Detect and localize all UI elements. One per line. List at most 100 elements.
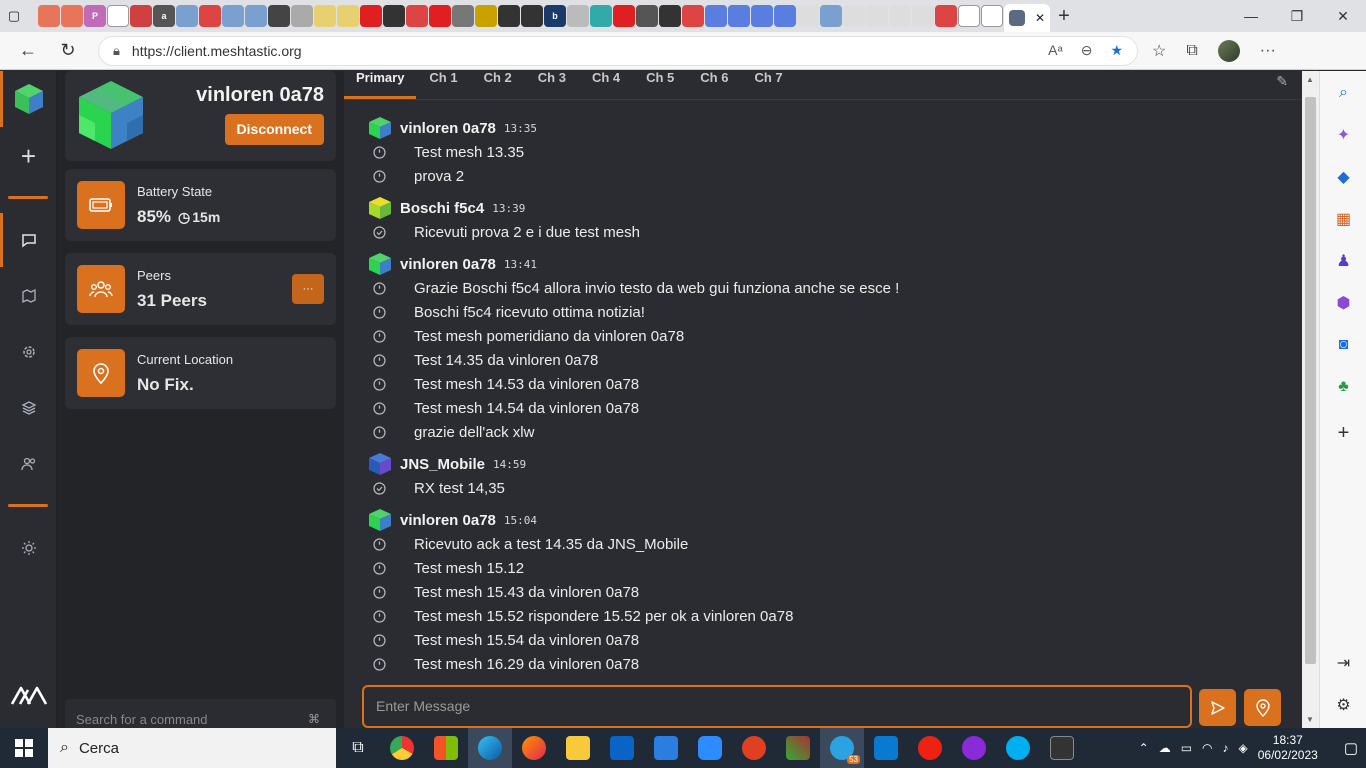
cards-app-icon[interactable] xyxy=(776,728,820,768)
edit-pencil-icon[interactable]: ✎ xyxy=(1276,73,1288,90)
restore-icon[interactable]: ❐ xyxy=(1274,8,1320,25)
purple-app-icon[interactable] xyxy=(952,728,996,768)
scrollbar-thumb[interactable] xyxy=(1305,97,1316,664)
store-icon[interactable] xyxy=(424,728,468,768)
url-field[interactable]: 🔒︎ https://client.meshtastic.org Aᵃ ⊖ ★ xyxy=(98,35,1138,66)
git-app-icon[interactable] xyxy=(732,728,776,768)
zoom-app-icon[interactable] xyxy=(688,728,732,768)
tab-favicon[interactable] xyxy=(774,5,796,27)
outlook-taskbar-icon[interactable] xyxy=(600,728,644,768)
tray-overflow-icon[interactable]: ⌃ xyxy=(1139,741,1149,755)
page-scrollbar[interactable]: ▲ ▼ xyxy=(1302,71,1319,728)
favorites-icon[interactable]: ☆ xyxy=(1152,41,1166,61)
battery-tray-icon[interactable]: ▭ xyxy=(1181,741,1192,755)
vscode-icon[interactable] xyxy=(864,728,908,768)
tab-favicon[interactable] xyxy=(475,5,497,27)
tab-favicon[interactable] xyxy=(705,5,727,27)
notifications-icon[interactable]: ▢ xyxy=(1344,739,1358,757)
tab-favicon[interactable] xyxy=(268,5,290,27)
wifi-icon[interactable]: ◠ xyxy=(1202,741,1212,755)
tab-favicon[interactable] xyxy=(61,5,83,27)
tab-favicon[interactable] xyxy=(38,5,60,27)
tab-favicon[interactable] xyxy=(406,5,428,27)
windows-start-icon[interactable] xyxy=(0,728,48,768)
tab-favicon[interactable] xyxy=(935,5,957,27)
disconnect-button[interactable]: Disconnect xyxy=(224,114,324,145)
file-explorer-icon[interactable] xyxy=(556,728,600,768)
tab-favicon[interactable] xyxy=(314,5,336,27)
tab-favicon[interactable] xyxy=(130,5,152,27)
tab-favicon[interactable] xyxy=(958,5,980,27)
command-search-input[interactable]: Search for a command ⌘ xyxy=(65,699,336,728)
tab-channel[interactable]: Ch 3 xyxy=(525,71,579,99)
tab-favicon[interactable] xyxy=(636,5,658,27)
tab-favicon[interactable]: a xyxy=(153,5,175,27)
tab-favicon[interactable] xyxy=(498,5,520,27)
scroll-down-icon[interactable]: ▼ xyxy=(1306,715,1314,724)
tab-channel[interactable]: Primary xyxy=(344,71,417,99)
tab-favicon[interactable] xyxy=(843,5,865,27)
send-location-button[interactable] xyxy=(1244,689,1281,726)
yandex-icon[interactable] xyxy=(908,728,952,768)
workspaces-icon[interactable]: ▢ xyxy=(0,0,28,32)
tab-favicon[interactable] xyxy=(981,5,1003,27)
lock-icon[interactable]: 🔒︎ xyxy=(113,43,120,59)
tab-channel[interactable]: Ch 5 xyxy=(633,71,687,99)
tab-favicon[interactable] xyxy=(452,5,474,27)
tab-favicon[interactable] xyxy=(429,5,451,27)
copilot-icon[interactable]: ✦ xyxy=(1320,120,1366,150)
tab-favicon[interactable] xyxy=(912,5,934,27)
map-icon[interactable] xyxy=(0,276,57,316)
back-icon[interactable]: ← xyxy=(8,40,48,61)
favorite-star-icon[interactable]: ★ xyxy=(1110,42,1123,59)
weather-icon[interactable]: ☁ xyxy=(1159,741,1171,755)
terminal-icon[interactable] xyxy=(1040,728,1084,768)
scroll-up-icon[interactable]: ▲ xyxy=(1306,75,1314,84)
active-tab[interactable]: ✕ xyxy=(1004,4,1050,32)
profile-avatar[interactable] xyxy=(1217,39,1240,62)
tab-favicon[interactable] xyxy=(866,5,888,27)
tree-icon[interactable]: ♣ xyxy=(1320,372,1366,402)
peers-icon[interactable] xyxy=(0,444,57,484)
taskbar-search-box[interactable]: ⌕ Cerca xyxy=(48,728,336,768)
tab-favicon[interactable] xyxy=(176,5,198,27)
tab-favicon[interactable]: b xyxy=(544,5,566,27)
refresh-icon[interactable]: ↻ xyxy=(48,40,88,61)
tab-favicon[interactable] xyxy=(245,5,267,27)
tab-channel[interactable]: Ch 2 xyxy=(471,71,525,99)
tab-close-icon[interactable]: ✕ xyxy=(1035,11,1045,25)
read-aloud-icon[interactable]: Aᵃ xyxy=(1048,42,1063,59)
tab-favicon[interactable] xyxy=(820,5,842,27)
skype-icon[interactable] xyxy=(996,728,1040,768)
add-sidebar-app-icon[interactable]: + xyxy=(1320,418,1366,448)
channels-layers-icon[interactable] xyxy=(0,388,57,428)
tab-favicon[interactable] xyxy=(521,5,543,27)
meshtastic-wordmark-icon[interactable] xyxy=(0,675,57,715)
peers-more-button[interactable]: ··· xyxy=(292,274,324,304)
tab-favicon[interactable]: P xyxy=(84,5,106,27)
tab-channel[interactable]: Ch 1 xyxy=(416,71,470,99)
mail-icon[interactable] xyxy=(644,728,688,768)
tab-favicon[interactable] xyxy=(222,5,244,27)
tab-favicon[interactable] xyxy=(107,5,129,27)
tab-favicon[interactable] xyxy=(199,5,221,27)
theme-toggle-sun-icon[interactable] xyxy=(0,528,57,568)
message-input[interactable]: Enter Message xyxy=(362,685,1192,728)
shopping-tag-icon[interactable]: ◆ xyxy=(1320,162,1366,192)
settings-icon[interactable] xyxy=(0,332,57,372)
outlook-icon[interactable]: ◙ xyxy=(1320,330,1366,360)
tab-favicon[interactable] xyxy=(567,5,589,27)
telegram-icon[interactable]: 53 xyxy=(820,728,864,768)
tab-favicon[interactable] xyxy=(590,5,612,27)
command-icon[interactable]: ⌘ xyxy=(308,712,320,726)
sidebar-settings-icon[interactable]: ⚙ xyxy=(1320,690,1366,720)
microsoft365-icon[interactable]: ⬢ xyxy=(1320,288,1366,318)
games-icon[interactable]: ♟ xyxy=(1320,246,1366,276)
collections-icon[interactable]: ⧉ xyxy=(1186,42,1197,60)
new-tab-button[interactable]: + xyxy=(1050,5,1078,28)
search-icon[interactable]: ⌕ xyxy=(1320,78,1366,108)
tools-icon[interactable]: ▦ xyxy=(1320,204,1366,234)
tab-favicon[interactable] xyxy=(291,5,313,27)
tab-favicon[interactable] xyxy=(337,5,359,27)
close-window-icon[interactable]: ✕ xyxy=(1320,8,1366,25)
